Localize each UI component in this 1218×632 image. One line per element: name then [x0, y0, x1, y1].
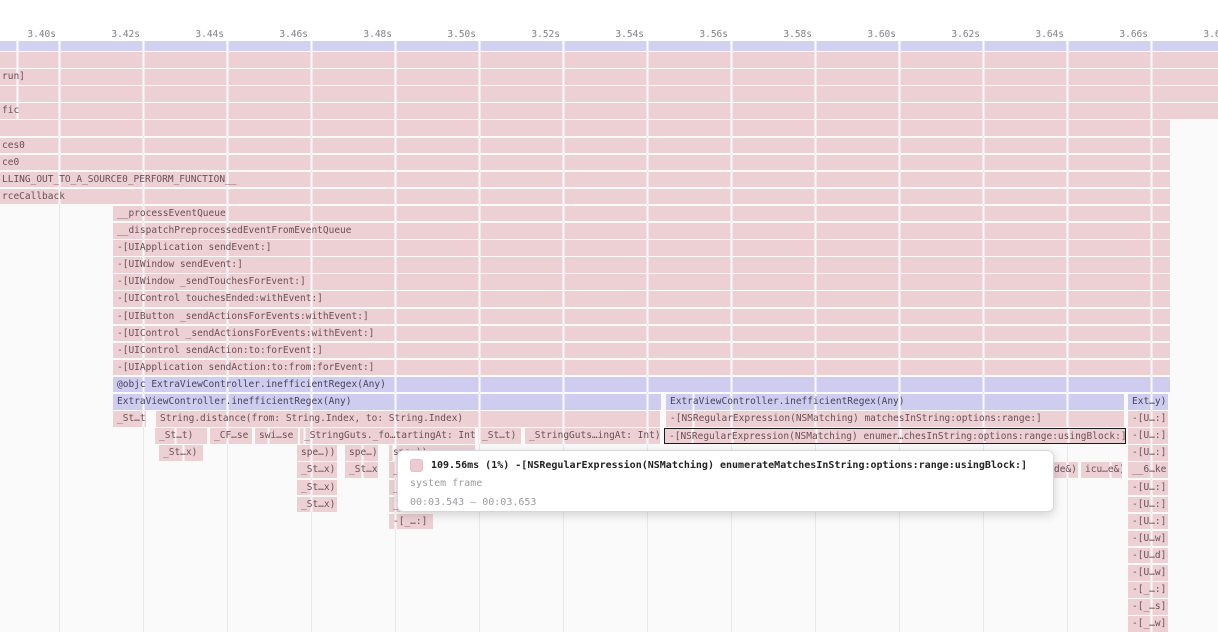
flame-frame[interactable]: _St…x) — [159, 445, 203, 461]
flame-frame[interactable]: de&) — [1050, 462, 1078, 478]
flame-frame[interactable]: @objc ExtraViewController.inefficientReg… — [113, 377, 1170, 393]
flame-frame[interactable]: rceCallback — [0, 189, 1170, 205]
time-tick-label: 3.68s — [1172, 29, 1218, 41]
flame-frame[interactable]: _St…x) — [345, 462, 378, 478]
flame-frame[interactable]: _StringGuts…ingAt: Int) — [525, 428, 660, 444]
timeline-summary-strip[interactable] — [0, 41, 1218, 51]
flame-frame[interactable]: fic — [0, 103, 1218, 119]
flame-frame[interactable]: -[_…w] — [1128, 616, 1168, 632]
flame-frame[interactable]: -[UIApplication sendAction:to:from:forEv… — [113, 360, 1170, 376]
selected-frame-highlight[interactable]: -[NSRegularExpression(NSMatching) enumer… — [664, 428, 1126, 444]
frame-color-swatch-icon — [410, 459, 423, 472]
flame-frame[interactable]: -[UIApplication sendEvent:] — [113, 240, 1170, 256]
flame-frame[interactable]: String.distance(from: String.Index, to: … — [156, 411, 660, 427]
tooltip-subtitle: system frame — [410, 477, 1041, 491]
flame-frame[interactable]: -[U…:] — [1128, 514, 1168, 530]
time-tick-label: 3.56s — [668, 29, 728, 41]
time-tick-label: 3.44s — [164, 29, 224, 41]
time-tick-label: 3.42s — [80, 29, 140, 41]
flame-frame[interactable]: -[U…w] — [1128, 531, 1168, 547]
flame-frame[interactable]: _StringGuts._fo…tartingAt: Int) — [300, 428, 475, 444]
time-tick-label: 3.66s — [1088, 29, 1148, 41]
flame-frame[interactable]: LLING_OUT_TO_A_SOURCE0_PERFORM_FUNCTION_… — [0, 172, 1170, 188]
flame-frame[interactable]: __processEventQueue — [113, 206, 1170, 222]
tooltip-time-range: 00:03.543 — 00:03.653 — [410, 496, 1041, 510]
flame-frame[interactable]: _St…t) — [113, 411, 146, 427]
flame-frame[interactable] — [0, 52, 1218, 68]
time-tick-label: 3.58s — [752, 29, 812, 41]
flame-frame[interactable]: -[U…:] — [1128, 411, 1168, 427]
flame-frame[interactable] — [0, 120, 1170, 136]
flame-frame[interactable]: -[UIControl touchesEnded:withEvent:] — [113, 291, 1170, 307]
flame-frame[interactable]: -[UIWindow _sendTouchesForEvent:] — [113, 274, 1170, 290]
frame-tooltip: 109.56ms (1%) -[NSRegularExpression(NSMa… — [397, 450, 1054, 512]
flame-frame[interactable]: ces0 — [0, 138, 1170, 154]
flame-frame[interactable]: _St…x) — [297, 462, 337, 478]
time-tick-label: 3.60s — [836, 29, 896, 41]
time-tick-label: 3.48s — [332, 29, 392, 41]
time-tick-label: 3.52s — [500, 29, 560, 41]
time-tick-label: 3.40s — [0, 29, 56, 41]
flame-frame[interactable]: -[UIControl _sendActionsForEvents:withEv… — [113, 326, 1170, 342]
flame-frame[interactable]: icu…e&) — [1081, 462, 1122, 478]
flame-frame[interactable]: spe…)) — [345, 445, 378, 461]
flame-frame[interactable]: _St…x) — [297, 480, 337, 496]
flame-frame[interactable]: -[U…:] — [1128, 428, 1168, 444]
flame-frame[interactable]: swi…se — [255, 428, 298, 444]
time-tick-label: 3.50s — [416, 29, 476, 41]
tooltip-title: 109.56ms (1%) -[NSRegularExpression(NSMa… — [431, 460, 1027, 471]
timeline-ruler[interactable]: 3.40s 3.42s 3.44s 3.46s 3.48s 3.50s 3.52s 3.54s… — [0, 0, 1218, 42]
time-tick-label: 3.62s — [920, 29, 980, 41]
flame-frame[interactable]: -[NSRegularExpression(NSMatching) matche… — [666, 411, 1124, 427]
flame-frame[interactable]: __6…ke — [1128, 462, 1168, 478]
flame-frame[interactable]: -[U…:] — [1128, 480, 1168, 496]
flame-chart-window: 3.40s 3.42s 3.44s 3.46s 3.48s 3.50s 3.52s 3.54s… — [0, 0, 1218, 632]
flame-frame[interactable]: -[UIButton _sendActionsForEvents:withEve… — [113, 309, 1170, 325]
flame-frame[interactable]: -[U…d] — [1128, 548, 1168, 564]
flame-frame[interactable]: -[U…:] — [1128, 497, 1168, 513]
time-tick-label: 3.46s — [248, 29, 308, 41]
flame-frame[interactable]: -[UIWindow sendEvent:] — [113, 257, 1170, 273]
flame-frame[interactable]: ExtraViewController.inefficientRegex(Any… — [113, 394, 661, 410]
flame-frame[interactable] — [0, 86, 1218, 102]
flame-frame[interactable]: -[_…:] — [389, 514, 433, 530]
flame-frame[interactable]: ce0 — [0, 155, 1170, 171]
flame-frame[interactable]: -[U…:] — [1128, 445, 1168, 461]
time-tick-label: 3.54s — [584, 29, 644, 41]
flame-frame[interactable]: ExtraViewController.inefficientRegex(Any… — [666, 394, 1124, 410]
flame-frame[interactable]: -[_…s] — [1128, 599, 1168, 615]
flame-frame[interactable]: -[UIControl sendAction:to:forEvent:] — [113, 343, 1170, 359]
flame-frame[interactable]: run] — [0, 69, 1218, 85]
time-tick-label: 3.64s — [1004, 29, 1064, 41]
flame-frame[interactable]: -[_…:] — [1128, 582, 1168, 598]
flame-frame[interactable]: _St…t) — [478, 428, 521, 444]
flame-frame[interactable]: spe…)) — [297, 445, 337, 461]
flame-frame[interactable]: __dispatchPreprocessedEventFromEventQueu… — [113, 223, 1170, 239]
flame-frame[interactable]: -[U…w] — [1128, 565, 1168, 581]
flame-frame[interactable]: _St…t) — [155, 428, 207, 444]
flame-frame[interactable]: _CF…se — [210, 428, 252, 444]
flame-frame[interactable]: Ext…y) — [1128, 394, 1168, 410]
flame-frame[interactable]: _St…x) — [297, 497, 337, 513]
